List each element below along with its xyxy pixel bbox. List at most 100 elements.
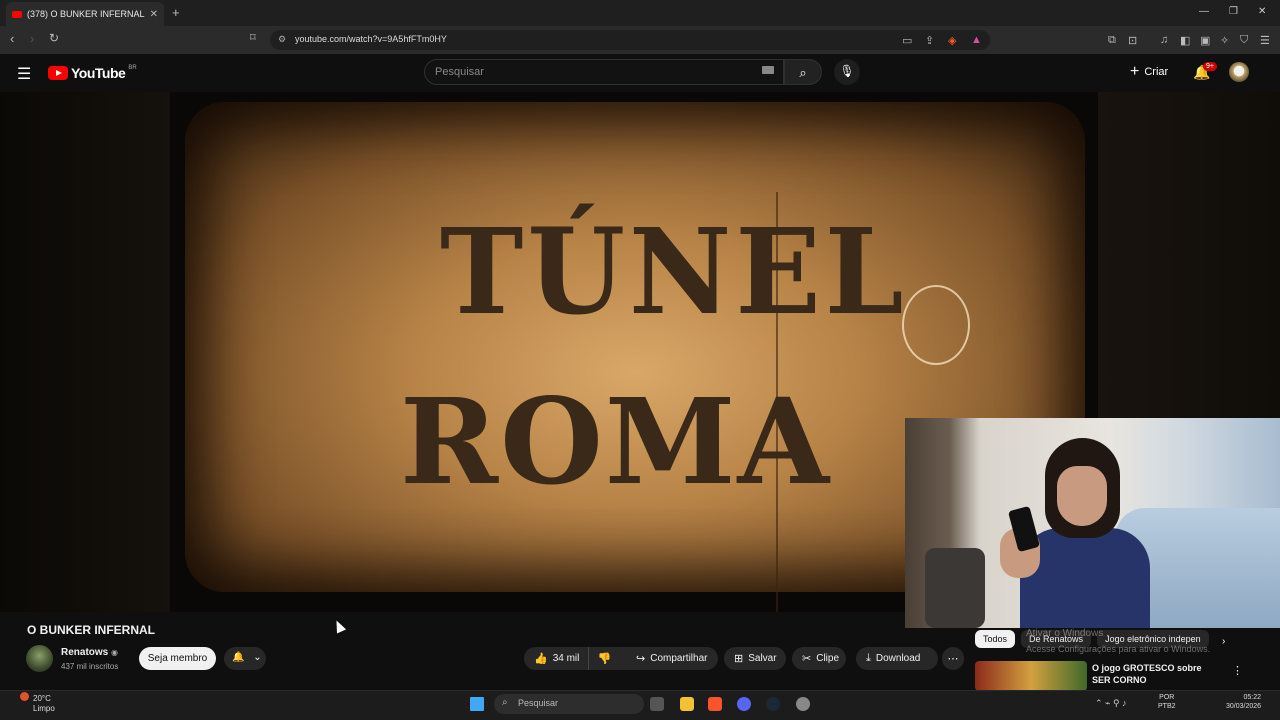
share-arrow-icon: ↪ bbox=[636, 653, 646, 665]
create-button[interactable]: + Criar bbox=[1130, 62, 1168, 82]
sidebar-icon[interactable]: ◧ bbox=[1180, 34, 1190, 47]
notifications-badge: 9+ bbox=[1203, 62, 1217, 71]
taskbar-search-placeholder: Pesquisar bbox=[518, 698, 559, 708]
brave-browser-icon[interactable] bbox=[708, 697, 722, 711]
youtube-logo[interactable]: YouTube BR bbox=[48, 65, 137, 81]
address-field[interactable]: ⚙ youtube.com/watch?v=9A5hfFTm0HY bbox=[270, 30, 990, 50]
taskbar-search-icon: ⌕ bbox=[502, 697, 508, 708]
youtube-favicon-icon bbox=[12, 10, 22, 18]
keyboard-layout: PTB2 bbox=[1158, 703, 1176, 710]
windows-activation-hint: Acesse Configurações para ativar o Windo… bbox=[1026, 644, 1211, 654]
search-input[interactable]: Pesquisar bbox=[424, 59, 784, 85]
windows-start-icon[interactable] bbox=[470, 697, 484, 711]
download-icon: ⤓ bbox=[866, 652, 871, 664]
task-view-icon[interactable] bbox=[650, 697, 664, 711]
scissors-icon: ✂ bbox=[802, 653, 812, 665]
system-tray-icons[interactable]: ⌃ ⌁ ⚲ ♪ bbox=[1095, 698, 1127, 709]
like-count: 34 mil bbox=[552, 653, 580, 664]
subscription-bell-button[interactable]: 🔔 ⌄ bbox=[224, 647, 266, 670]
country-code: BR bbox=[128, 65, 137, 71]
chevron-down-icon: ⌄ bbox=[253, 652, 262, 663]
chevron-right-icon[interactable]: › bbox=[1222, 636, 1225, 647]
recommended-video-thumbnail[interactable] bbox=[975, 661, 1087, 691]
mouse-cursor-icon bbox=[331, 618, 347, 634]
browser-tab-bar bbox=[0, 0, 1280, 26]
forward-arrow-icon[interactable]: › bbox=[30, 31, 34, 46]
thumbs-down-icon: 👎 bbox=[597, 653, 612, 665]
app-icon[interactable] bbox=[796, 697, 810, 711]
cast-icon[interactable]: ▭ bbox=[902, 34, 912, 47]
share-page-icon[interactable]: ⇪ bbox=[925, 34, 934, 47]
file-explorer-icon[interactable] bbox=[680, 697, 694, 711]
bookmark-save-icon: ⊞ bbox=[734, 653, 744, 665]
channel-avatar[interactable] bbox=[26, 645, 53, 672]
webcam-chair bbox=[925, 548, 985, 628]
save-button[interactable]: ⊞ Salvar bbox=[724, 647, 786, 670]
minimize-button[interactable]: — bbox=[1199, 6, 1209, 17]
taskbar-clock[interactable]: 05:22 30/03/2026 bbox=[1226, 693, 1261, 711]
verified-icon: ◉ bbox=[111, 648, 118, 657]
hamburger-menu-icon[interactable]: ☰ bbox=[17, 64, 31, 84]
channel-name[interactable]: Renatows bbox=[61, 647, 108, 658]
site-info-icon[interactable]: ⚙ bbox=[278, 34, 286, 45]
tab-title: (378) O BUNKER INFERNAL - bbox=[27, 9, 145, 19]
more-actions-button[interactable]: ⋯ bbox=[942, 647, 964, 670]
bookmark-icon[interactable]: ⌑ bbox=[250, 31, 256, 44]
close-window-button[interactable]: ✕ bbox=[1258, 6, 1266, 17]
extensions-icon[interactable]: ⧉ bbox=[1108, 34, 1116, 47]
more-dots-icon: ⋯ bbox=[947, 653, 959, 665]
steam-icon[interactable] bbox=[766, 697, 780, 711]
search-button[interactable]: ⌕ bbox=[784, 59, 822, 85]
discord-icon[interactable] bbox=[737, 697, 751, 711]
voice-search-button[interactable]: 🎙 bbox=[834, 59, 860, 85]
windows-activation-watermark: Ativar o Windows bbox=[1026, 628, 1104, 639]
media-icon[interactable]: ♫ bbox=[1160, 34, 1168, 46]
create-label: Criar bbox=[1144, 66, 1169, 78]
frame-title-line2: ROMA bbox=[400, 372, 832, 511]
back-arrow-icon[interactable]: ‹ bbox=[10, 31, 14, 46]
url-text: youtube.com/watch?v=9A5hfFTm0HY bbox=[295, 34, 447, 44]
leo-ai-icon[interactable]: ✧ bbox=[1220, 34, 1229, 47]
subscriber-count: 437 mil inscritos bbox=[61, 662, 119, 671]
reload-icon[interactable]: ↻ bbox=[49, 31, 59, 45]
language-code: POR bbox=[1159, 694, 1175, 701]
input-language[interactable]: POR PTB2 bbox=[1158, 693, 1176, 711]
join-membership-button[interactable]: Seja membro bbox=[139, 647, 216, 670]
frame-title-line1: TÚNEL bbox=[440, 203, 908, 342]
tab-close-icon[interactable]: ✕ bbox=[150, 9, 158, 20]
chip-all[interactable]: Todos bbox=[975, 630, 1016, 648]
new-tab-button[interactable]: + bbox=[172, 5, 180, 20]
browser-menu-icon[interactable]: ☰ bbox=[1260, 34, 1270, 47]
clock-date: 30/03/2026 bbox=[1226, 703, 1262, 710]
clip-button[interactable]: ✂ Clipe bbox=[792, 647, 846, 670]
recommended-video-title[interactable]: O jogo GROTESCO sobre SER CORNO bbox=[1092, 662, 1222, 686]
clock-time: 05:22 bbox=[1243, 694, 1262, 701]
browser-tab[interactable]: (378) O BUNKER INFERNAL - ✕ bbox=[6, 2, 164, 26]
weather-desc: Limpo bbox=[33, 704, 55, 713]
player-side-left bbox=[0, 92, 170, 612]
screenshot-icon[interactable]: ⊡ bbox=[1128, 34, 1137, 47]
weather-icon[interactable] bbox=[20, 692, 29, 701]
youtube-wordmark: YouTube bbox=[71, 65, 126, 81]
vpn-icon[interactable]: ⛉ bbox=[1240, 34, 1248, 47]
save-label: Salvar bbox=[748, 653, 777, 664]
share-button[interactable]: ↪ Compartilhar bbox=[626, 647, 718, 670]
plus-icon: + bbox=[1130, 63, 1140, 80]
brave-shields-icon[interactable]: ◈ bbox=[948, 34, 956, 47]
weather-widget[interactable]: 20°C Limpo bbox=[33, 694, 55, 714]
brave-rewards-icon[interactable]: ▲ bbox=[971, 34, 982, 46]
dislike-button[interactable]: 👎 bbox=[588, 647, 620, 670]
share-label: Compartilhar bbox=[650, 653, 708, 664]
thumbs-up-icon: 👍 bbox=[534, 653, 548, 665]
download-label: Download bbox=[875, 653, 921, 664]
search-placeholder: Pesquisar bbox=[435, 66, 484, 78]
wallet-icon[interactable]: ▣ bbox=[1200, 34, 1210, 47]
user-avatar[interactable] bbox=[1229, 62, 1249, 82]
download-button[interactable]: ⤓ Download bbox=[856, 647, 938, 670]
maximize-button[interactable]: ❐ bbox=[1229, 6, 1238, 17]
film-stain bbox=[902, 285, 970, 365]
taskbar-search[interactable]: ⌕ Pesquisar bbox=[494, 694, 644, 714]
keyboard-icon[interactable] bbox=[762, 66, 774, 74]
recommended-video-menu-icon[interactable]: ⋮ bbox=[1232, 664, 1243, 677]
webcam-person-face bbox=[1057, 466, 1107, 526]
